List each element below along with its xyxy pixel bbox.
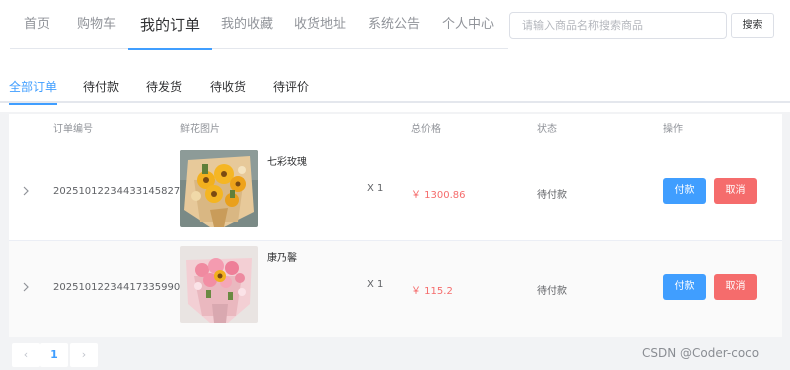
header-flower-image: 鲜花图片 [180, 124, 220, 135]
search-input[interactable] [509, 12, 727, 39]
tab-pending-review[interactable]: 待评价 [273, 64, 309, 103]
expand-row-icon[interactable] [22, 281, 34, 295]
pay-button[interactable]: 付款 [663, 178, 706, 204]
tab-pending-payment[interactable]: 待付款 [83, 64, 119, 103]
page-number-current[interactable]: 1 [40, 343, 68, 367]
total-price: ￥ 115.2 [411, 286, 453, 297]
orders-table: 订单编号 鲜花图片 总价格 状态 操作 20251012234433145827 [9, 114, 782, 337]
nav-item-my-orders[interactable]: 我的订单 [127, 0, 213, 50]
pay-button[interactable]: 付款 [663, 274, 706, 300]
quantity: X 1 [367, 183, 384, 194]
flower-image-carnation-bouquet [180, 246, 258, 323]
flower-name: 七彩玫瑰 [267, 157, 307, 168]
order-number: 20251012234433145827 [53, 186, 181, 197]
nav-item-cart[interactable]: 购物车 [77, 0, 116, 49]
order-status: 待付款 [537, 286, 567, 297]
next-page-button[interactable]: › [70, 343, 98, 367]
top-bar: 首页 购物车 我的订单 我的收藏 收货地址 系统公告 个人中心 搜索 [0, 0, 790, 64]
total-price: ￥ 1300.86 [411, 190, 466, 201]
expand-row-icon[interactable] [22, 185, 34, 199]
cancel-order-button[interactable]: 取消 [714, 274, 757, 300]
tab-all-orders[interactable]: 全部订单 [9, 64, 58, 105]
flower-name: 康乃馨 [267, 253, 297, 264]
search-button[interactable]: 搜索 [731, 13, 774, 38]
order-tabs-panel: 全部订单 待付款 待发货 待收货 待评价 [0, 64, 790, 112]
nav-item-address[interactable]: 收货地址 [294, 0, 346, 49]
csdn-watermark: CSDN @Coder-coco [642, 346, 760, 360]
header-status: 状态 [537, 124, 557, 135]
main-nav: 首页 购物车 我的订单 我的收藏 收货地址 系统公告 个人中心 [10, 0, 508, 50]
order-status: 待付款 [537, 190, 567, 201]
flower-image-rose-bouquet [180, 150, 258, 227]
cancel-order-button[interactable]: 取消 [714, 178, 757, 204]
nav-item-profile[interactable]: 个人中心 [442, 0, 494, 49]
nav-item-announcements[interactable]: 系统公告 [368, 0, 420, 49]
header-actions: 操作 [663, 124, 683, 135]
table-row: 20251012234433145827 七彩玫瑰 X 1 ￥ 1300.86 … [9, 145, 782, 241]
table-row: 20251012234417335990 康乃馨 X 1 ￥ 115.2 待付款… [9, 241, 782, 337]
header-order-no: 订单编号 [53, 124, 93, 135]
tab-pending-shipment[interactable]: 待发货 [146, 64, 182, 103]
order-number: 20251012234417335990 [53, 282, 181, 293]
quantity: X 1 [367, 279, 384, 290]
nav-item-home[interactable]: 首页 [24, 0, 50, 49]
tab-pending-receipt[interactable]: 待收货 [210, 64, 246, 103]
order-tabs: 全部订单 待付款 待发货 待收货 待评价 [0, 64, 790, 105]
header-total-price: 总价格 [411, 124, 441, 135]
nav-item-favorites[interactable]: 我的收藏 [221, 0, 273, 49]
prev-page-button[interactable]: ‹ [12, 343, 40, 367]
